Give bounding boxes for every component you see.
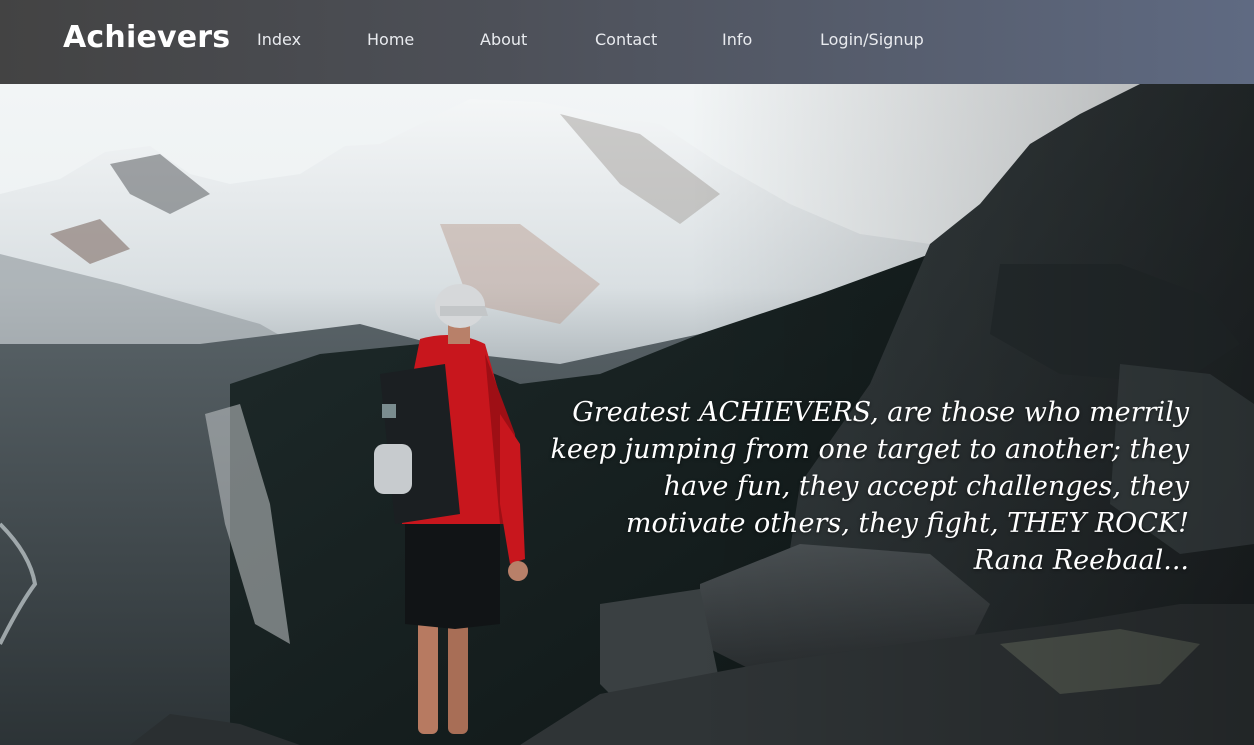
brand-logo[interactable]: Achievers [63, 20, 230, 55]
nav-link-about[interactable]: About [480, 30, 527, 49]
top-navbar: Achievers Index Home About Contact Info … [0, 0, 1254, 84]
nav-link-home[interactable]: Home [367, 30, 414, 49]
nav-link-index[interactable]: Index [257, 30, 301, 49]
quote-author: Rana Reebaal... [973, 545, 1189, 576]
nav-link-contact[interactable]: Contact [595, 30, 657, 49]
nav-link-login-signup[interactable]: Login/Signup [820, 30, 924, 49]
nav-link-info[interactable]: Info [722, 30, 752, 49]
quote-text: Greatest ACHIEVERS, are those who merril… [550, 397, 1189, 539]
hero-section: Greatest ACHIEVERS, are those who merril… [0, 84, 1254, 745]
hero-quote: Greatest ACHIEVERS, are those who merril… [549, 394, 1189, 579]
